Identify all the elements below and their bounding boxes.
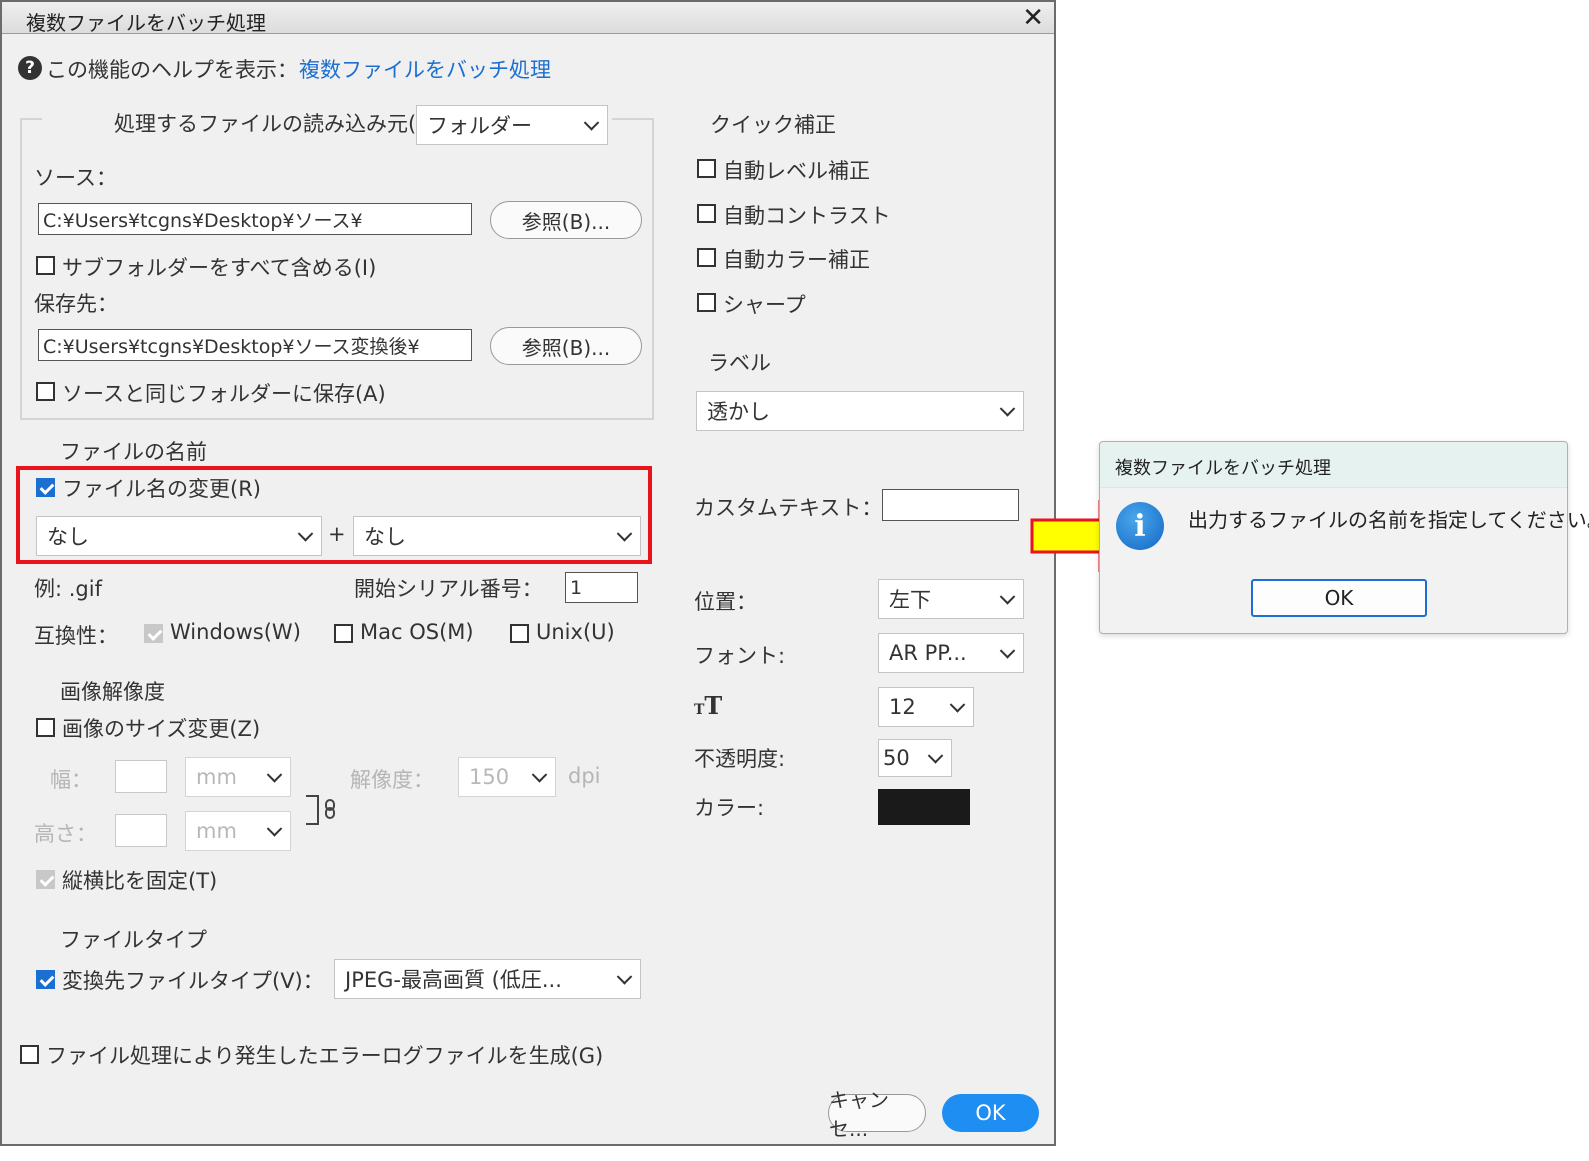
auto-level-label: 自動レベル補正 [723, 159, 870, 183]
font-select[interactable]: AR PP... [878, 633, 1024, 673]
height-field[interactable] [115, 814, 167, 847]
chevron-down-icon [583, 115, 600, 131]
position-label: 位置： [694, 590, 757, 614]
unix-label: Unix(U) [536, 620, 615, 644]
serial-field[interactable]: 1 [565, 572, 638, 603]
chevron-down-icon [999, 643, 1016, 659]
label-type-select[interactable]: 透かし [696, 391, 1024, 431]
load-from-select[interactable]: フォルダー [416, 105, 608, 145]
link-proportion-icon [306, 795, 335, 825]
windows-checkbox[interactable] [144, 624, 163, 643]
example-label: 例: .gif [34, 577, 102, 601]
include-subfolders-checkbox[interactable] [36, 256, 55, 275]
opacity-select[interactable]: 50 [878, 739, 952, 777]
chevron-down-icon [927, 748, 944, 764]
image-size-section-label: 画像解像度 [60, 680, 165, 704]
same-folder-label: ソースと同じフォルダーに保存(A) [62, 382, 386, 406]
dialog-title: 複数ファイルをバッチ処理 [26, 11, 266, 35]
dialog-titlebar: 複数ファイルをバッチ処理 ✕ [2, 2, 1054, 35]
same-folder-checkbox[interactable] [36, 382, 55, 401]
width-unit-select[interactable]: mm [185, 757, 291, 797]
height-label: 高さ： [34, 822, 97, 846]
file-name-section-label: ファイルの名前 [60, 440, 207, 464]
keep-ratio-checkbox[interactable] [36, 870, 55, 889]
sharpen-checkbox[interactable] [697, 293, 716, 312]
chevron-down-icon [266, 821, 283, 837]
color-swatch[interactable] [878, 789, 970, 825]
serial-label: 開始シリアル番号： [354, 577, 543, 601]
dest-label: 保存先： [34, 292, 118, 316]
sharpen-label: シャープ [723, 293, 806, 317]
chevron-down-icon [949, 697, 966, 713]
width-label: 幅： [50, 768, 92, 792]
file-type-section-label: ファイルタイプ [60, 928, 207, 952]
chevron-down-icon [531, 767, 548, 783]
label-section-label: ラベル [708, 351, 771, 375]
message-text: 出力するファイルの名前を指定してください。 [1188, 508, 1589, 532]
font-label: フォント: [694, 644, 786, 668]
message-box-titlebar: 複数ファイルをバッチ処理 [1100, 442, 1567, 488]
windows-label: Windows(W) [170, 620, 301, 644]
quick-fix-section-label: クイック補正 [710, 113, 836, 137]
include-subfolders-label: サブフォルダーをすべて含める(I) [62, 256, 377, 280]
cancel-button[interactable]: キャンセ... [828, 1088, 926, 1141]
source-path-field[interactable]: C:¥Users¥tcgns¥Desktop¥ソース¥ [38, 203, 472, 235]
chevron-down-icon [266, 767, 283, 783]
keep-ratio-label: 縦横比を固定(T) [62, 869, 218, 893]
opacity-label: 不透明度: [694, 747, 786, 771]
resolution-select[interactable]: 150 [458, 757, 556, 797]
custom-text-label: カスタムテキスト： [694, 496, 883, 520]
auto-contrast-checkbox[interactable] [697, 204, 716, 223]
close-icon[interactable]: ✕ [1022, 3, 1044, 33]
error-log-label: ファイル処理により発生したエラーログファイルを生成(G) [46, 1044, 604, 1068]
auto-level-checkbox[interactable] [697, 159, 716, 178]
dest-browse-button[interactable]: 参照(B)... [490, 327, 642, 365]
convert-type-select[interactable]: JPEG-最高画質 (低圧... [334, 959, 641, 999]
batch-process-dialog: 複数ファイルをバッチ処理 ✕ ? この機能のヘルプを表示： 複数ファイルをバッチ… [0, 0, 1056, 1146]
mac-checkbox[interactable] [334, 624, 353, 643]
help-link[interactable]: 複数ファイルをバッチ処理 [299, 54, 551, 84]
resize-checkbox[interactable] [36, 718, 55, 737]
error-log-checkbox[interactable] [20, 1045, 39, 1064]
custom-text-field[interactable] [882, 489, 1019, 521]
help-label: この機能のヘルプを表示： [46, 58, 298, 82]
dpi-label: dpi [568, 764, 601, 788]
source-browse-button[interactable]: 参照(B)... [490, 201, 642, 239]
ok-button[interactable]: OK [942, 1094, 1039, 1132]
load-from-label: 処理するファイルの読み込み元(P)： [114, 112, 459, 136]
color-label: カラー: [694, 796, 765, 820]
dest-path-field[interactable]: C:¥Users¥tcgns¥Desktop¥ソース変換後¥ [38, 329, 472, 361]
message-box: 複数ファイルをバッチ処理 i 出力するファイルの名前を指定してください。 OK [1099, 441, 1589, 634]
auto-contrast-label: 自動コントラスト [723, 204, 891, 228]
resize-label: 画像のサイズ変更(Z) [62, 717, 261, 741]
highlight-box [16, 466, 652, 564]
font-size-icon: TT [694, 691, 723, 720]
chevron-down-icon [999, 401, 1016, 417]
unix-checkbox[interactable] [510, 624, 529, 643]
font-size-select[interactable]: 12 [878, 687, 974, 727]
source-label: ソース： [34, 166, 117, 190]
auto-color-label: 自動カラー補正 [723, 248, 870, 272]
info-icon: i [1116, 502, 1164, 550]
convert-checkbox[interactable] [36, 970, 55, 989]
mac-label: Mac OS(M) [360, 620, 474, 644]
chevron-down-icon [616, 969, 633, 985]
position-select[interactable]: 左下 [878, 579, 1024, 619]
width-field[interactable] [115, 760, 167, 793]
auto-color-checkbox[interactable] [697, 248, 716, 267]
compat-label: 互換性： [34, 624, 118, 648]
resolution-label: 解像度： [350, 768, 434, 792]
convert-label: 変換先ファイルタイプ(V)： [62, 969, 324, 993]
message-ok-button[interactable]: OK [1251, 579, 1427, 617]
message-box-title: 複数ファイルをバッチ処理 [1115, 458, 1331, 479]
chevron-down-icon [999, 589, 1016, 605]
help-icon: ? [18, 56, 42, 80]
height-unit-select[interactable]: mm [185, 811, 291, 851]
